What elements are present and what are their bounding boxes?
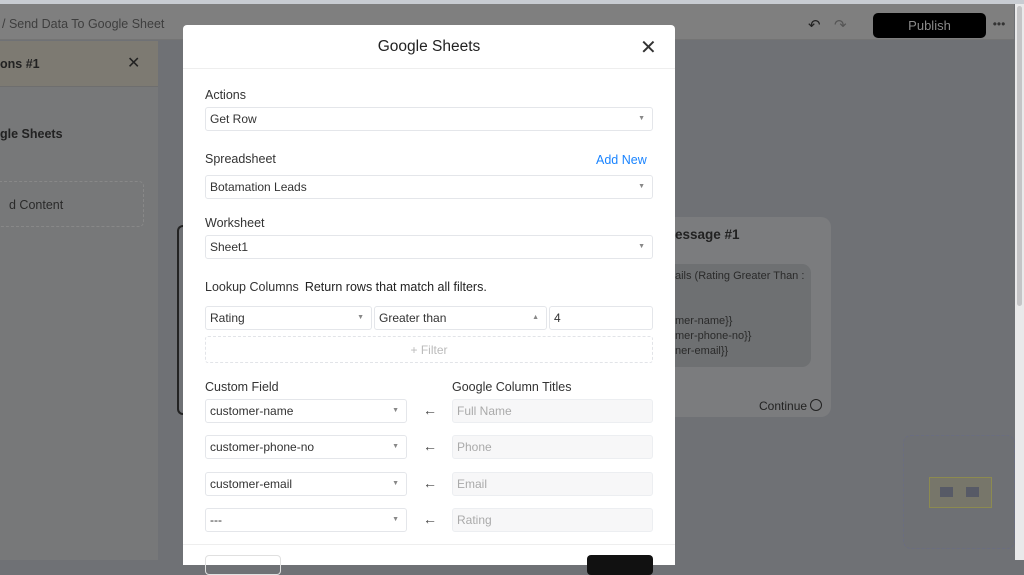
lookup-column-select[interactable]: Rating ▼ <box>205 306 372 330</box>
side-panel: ons #1 ✕ gle Sheets d Content <box>0 41 158 560</box>
chevron-down-icon: ▼ <box>357 314 364 321</box>
scrollbar-thumb[interactable] <box>1017 6 1022 306</box>
continue-label: Continue <box>759 399 808 413</box>
worksheet-value: Sheet1 <box>210 240 249 254</box>
minimap-node <box>966 487 979 497</box>
arrow-left-icon: ← <box>423 402 437 418</box>
chevron-down-icon: ▼ <box>392 516 399 523</box>
arrow-left-icon: ← <box>423 438 437 454</box>
undo-icon[interactable]: ↶ <box>808 16 821 34</box>
arrow-left-icon: ← <box>423 511 437 527</box>
lookup-value-input[interactable]: 4 <box>549 306 653 330</box>
lookup-columns-heading: Lookup Columns Return rows that match all… <box>205 280 487 294</box>
breadcrumb: / Send Data To Google Sheet <box>2 17 165 31</box>
google-column-field: Rating <box>452 508 653 532</box>
chevron-down-icon: ▼ <box>638 243 645 250</box>
minimap[interactable] <box>903 435 1015 549</box>
publish-button[interactable]: Publish <box>873 13 986 38</box>
side-panel-header: ons #1 ✕ <box>0 41 158 87</box>
spreadsheet-label: Spreadsheet <box>205 152 276 166</box>
custom-field-value: --- <box>210 513 222 527</box>
custom-field-value: customer-name <box>210 404 294 418</box>
add-filter-button[interactable]: + Filter <box>205 336 653 363</box>
lookup-hint: Return rows that match all filters. <box>304 280 487 294</box>
side-panel-title: ons #1 <box>0 57 40 71</box>
arrow-left-icon: ← <box>423 475 437 491</box>
integration-name: gle Sheets <box>0 127 63 141</box>
close-icon[interactable]: ✕ <box>127 53 140 73</box>
worksheet-select[interactable]: Sheet1 ▼ <box>205 235 653 259</box>
divider <box>183 68 675 69</box>
add-new-link[interactable]: Add New <box>596 153 647 167</box>
message-line <box>675 299 811 314</box>
chevron-down-icon: ▼ <box>638 183 645 190</box>
lookup-operator-select[interactable]: Greater than ▲ <box>374 306 547 330</box>
message-line <box>675 284 811 299</box>
actions-label: Actions <box>205 88 246 102</box>
custom-field-value: customer-phone-no <box>210 440 315 454</box>
more-options-icon[interactable]: ••• <box>988 13 1010 38</box>
lookup-column-value: Rating <box>210 311 245 325</box>
message-card-title: essage #1 <box>675 227 740 242</box>
message-bubble: ails (Rating Greater Than : mer-name}} m… <box>660 264 811 367</box>
spreadsheet-value: Botamation Leads <box>210 180 307 194</box>
custom-field-select[interactable]: customer-name ▼ <box>205 399 407 423</box>
save-button[interactable] <box>587 555 653 575</box>
lookup-value: 4 <box>554 311 561 325</box>
cancel-button[interactable] <box>205 555 281 575</box>
modal-title: Google Sheets <box>377 38 481 55</box>
minimap-node <box>940 487 953 497</box>
chevron-down-icon: ▼ <box>392 407 399 414</box>
minimap-viewport[interactable] <box>929 477 992 508</box>
chevron-up-icon: ▲ <box>532 314 539 321</box>
custom-field-label: Custom Field <box>205 380 279 394</box>
lookup-columns-label: Lookup Columns <box>205 280 299 294</box>
chevron-down-icon: ▼ <box>392 443 399 450</box>
message-card[interactable]: essage #1 ails (Rating Greater Than : me… <box>650 217 831 417</box>
google-column-field: Phone <box>452 435 653 459</box>
actions-select[interactable]: Get Row ▼ <box>205 107 653 131</box>
chevron-down-icon: ▼ <box>638 115 645 122</box>
google-column-titles-label: Google Column Titles <box>452 380 572 394</box>
add-content-box[interactable]: d Content <box>0 181 144 227</box>
actions-value: Get Row <box>210 112 257 126</box>
message-line: mer-name}} <box>675 315 733 327</box>
scrollbar[interactable] <box>1015 4 1024 560</box>
google-sheets-modal: Google Sheets ✕ Actions Get Row ▼ Spreads… <box>183 25 675 575</box>
message-line: ails (Rating Greater Than : <box>675 270 805 282</box>
spreadsheet-select[interactable]: Botamation Leads ▼ <box>205 175 653 199</box>
lookup-operator-value: Greater than <box>379 311 447 325</box>
worksheet-label: Worksheet <box>205 216 265 230</box>
custom-field-select[interactable]: customer-email ▼ <box>205 472 407 496</box>
footer-divider <box>183 544 675 545</box>
chevron-down-icon: ▼ <box>392 480 399 487</box>
redo-icon[interactable]: ↷ <box>834 16 847 34</box>
continue-connector-icon[interactable] <box>810 399 822 411</box>
custom-field-select[interactable]: customer-phone-no ▼ <box>205 435 407 459</box>
message-line: ner-email}} <box>675 345 729 357</box>
google-column-field: Full Name <box>452 399 653 423</box>
custom-field-value: customer-email <box>210 477 293 491</box>
close-icon[interactable]: ✕ <box>640 35 657 60</box>
google-column-field: Email <box>452 472 653 496</box>
add-content-label: d Content <box>9 198 64 212</box>
custom-field-select[interactable]: --- ▼ <box>205 508 407 532</box>
message-line: mer-phone-no}} <box>675 330 752 342</box>
